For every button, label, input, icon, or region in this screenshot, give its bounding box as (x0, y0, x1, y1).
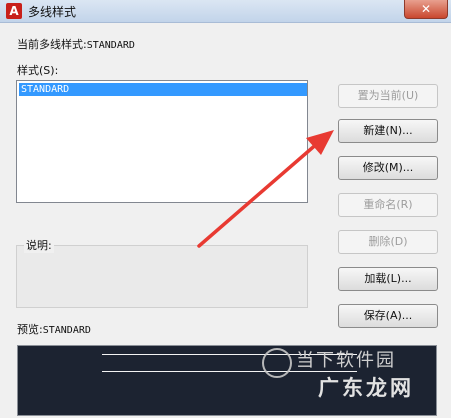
description-label: 说明: (24, 237, 54, 253)
annotation-arrow-icon (197, 130, 334, 248)
